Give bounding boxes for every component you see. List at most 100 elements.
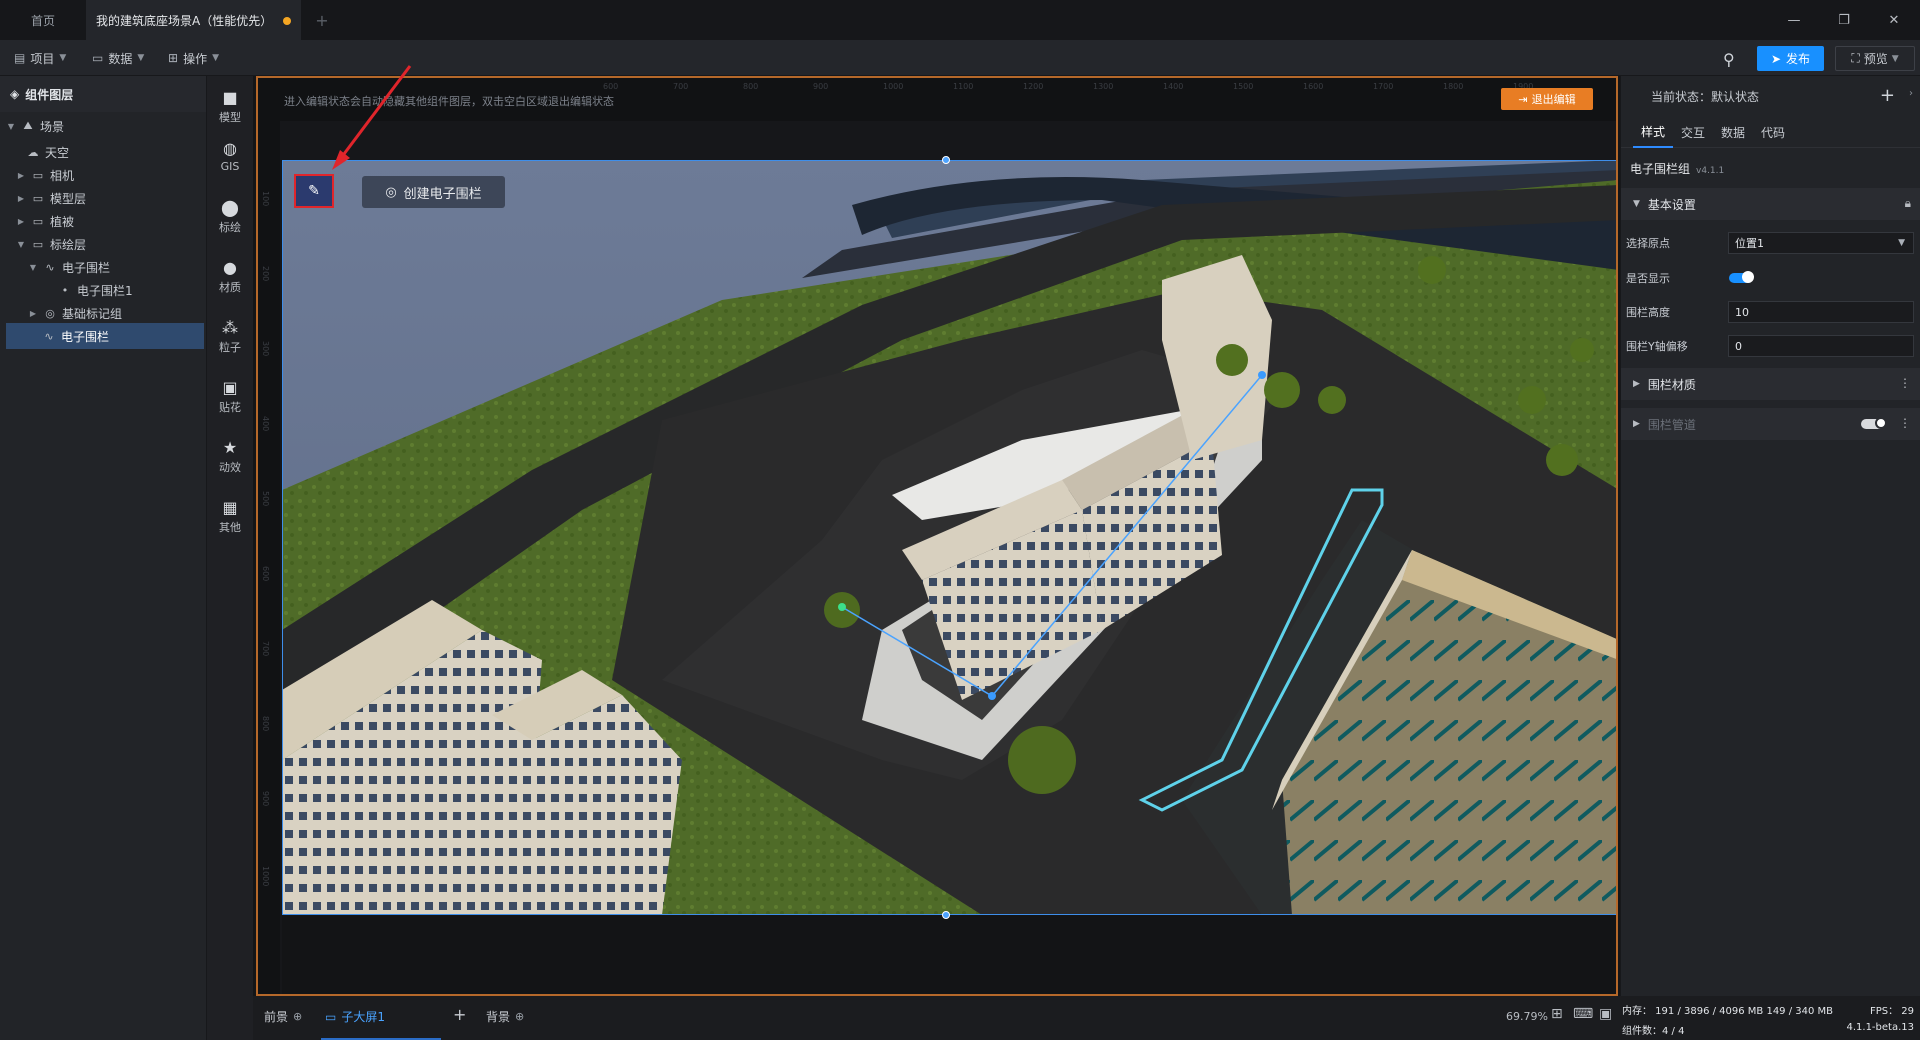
- menu-data[interactable]: ▭ 数据 ▼: [92, 47, 144, 69]
- caret-down-icon[interactable]: ▼: [28, 263, 38, 272]
- section-basic-settings[interactable]: ▼ 基本设置 🔒︎: [1621, 188, 1920, 220]
- sky-icon: ☁: [27, 145, 39, 159]
- tree-item-fence-selected[interactable]: ∿ 电子围栏: [6, 323, 204, 349]
- particle-icon: ⁂: [222, 317, 238, 337]
- library-decal-button[interactable]: ▣ 贴花: [207, 372, 253, 422]
- library-material-button[interactable]: ● 材质: [207, 252, 253, 302]
- add-circle-icon[interactable]: ⊕: [515, 1010, 524, 1023]
- ruler-tick: 1000: [261, 866, 270, 887]
- visible-toggle[interactable]: [1729, 271, 1754, 283]
- bullet-icon: •: [61, 283, 69, 297]
- library-effect-button[interactable]: ★ 动效: [207, 432, 253, 482]
- yoffset-label: 围栏Y轴偏移: [1626, 340, 1688, 353]
- minimize-icon[interactable]: —: [1782, 8, 1806, 32]
- tab-sub-screen[interactable]: ▭ 子大屏1: [325, 1008, 385, 1025]
- more-vertical-icon[interactable]: ⋮: [1899, 416, 1911, 430]
- canvas-area: 600 700 800 900 1000 1100 1200 1300 1400 1500 1600…: [253, 65, 1620, 996]
- caret-down-icon[interactable]: ▼: [6, 122, 16, 131]
- pipe-toggle[interactable]: [1861, 417, 1887, 429]
- create-fence-button[interactable]: ◎ 创建电子围栏: [362, 176, 505, 208]
- caret-down-icon[interactable]: ▼: [16, 240, 26, 249]
- tab-foreground[interactable]: 前景 ⊕: [264, 1008, 302, 1025]
- library-label: 标绘: [219, 220, 241, 234]
- fit-screen-icon[interactable]: ⊞: [1551, 1006, 1563, 1022]
- caret-right-icon[interactable]: ▶: [16, 217, 26, 226]
- properties-tabs: 样式 交互 数据 代码: [1621, 116, 1920, 148]
- tab-background[interactable]: 背景 ⊕: [486, 1008, 524, 1025]
- resize-handle-bottom[interactable]: [942, 911, 950, 919]
- section-fence-material[interactable]: ▶ 围栏材质 ⋮: [1621, 368, 1920, 400]
- chevron-down-icon: ▼: [212, 53, 219, 63]
- check-circle-icon: ◎: [385, 184, 397, 200]
- library-gis-button[interactable]: ◍ GIS: [207, 132, 253, 182]
- publish-button[interactable]: ➤ 发布: [1757, 46, 1824, 71]
- ruler-tick: 1800: [1443, 82, 1464, 91]
- exit-icon: ⇥: [1518, 92, 1528, 106]
- tree-item-label: 电子围栏: [61, 329, 110, 344]
- current-state[interactable]: 当前状态：默认状态 + ›: [1621, 76, 1920, 116]
- ruler-tick: 800: [743, 82, 759, 91]
- preview-button[interactable]: ⛶ 预览 ▼: [1835, 46, 1915, 71]
- app-version: 4.1.1-beta.13: [1846, 1022, 1914, 1033]
- tab-home[interactable]: 首页: [0, 0, 86, 40]
- layers-icon: ◈: [10, 87, 20, 101]
- resize-handle-top[interactable]: [942, 156, 950, 164]
- add-state-icon[interactable]: +: [1880, 85, 1895, 106]
- tab-scene[interactable]: 我的建筑底座场景A（性能优先）: [86, 0, 301, 40]
- tab-data[interactable]: 数据: [1713, 116, 1753, 148]
- yoffset-input[interactable]: [1728, 335, 1914, 357]
- tab-style[interactable]: 样式: [1633, 116, 1673, 148]
- add-circle-icon[interactable]: ⊕: [293, 1010, 302, 1023]
- zoom-level[interactable]: 69.79%: [1506, 1010, 1548, 1023]
- height-input[interactable]: [1728, 301, 1914, 323]
- ruler-tick: 500: [261, 491, 270, 507]
- apps-icon: ▦: [222, 497, 238, 517]
- status-bar: 内存： 191 / 3896 / 4096 MB 149 / 340 MB 组件…: [1620, 996, 1920, 1040]
- caret-right-icon: ▶: [1633, 379, 1640, 389]
- library-other-button[interactable]: ▦ 其他: [207, 492, 253, 542]
- origin-select[interactable]: 位置1 ▼: [1728, 232, 1914, 254]
- restore-icon[interactable]: ❐: [1832, 8, 1856, 32]
- tree-item-label: 标绘层: [50, 237, 87, 252]
- tree-item-scene[interactable]: ▼ ⛰ 场景: [6, 113, 204, 139]
- memory-status: 内存： 191 / 3896 / 4096 MB 149 / 340 MB: [1622, 1006, 1834, 1017]
- close-icon[interactable]: ✕: [1882, 8, 1906, 32]
- edit-frame: 600 700 800 900 1000 1100 1200 1300 1400 1500 1600…: [256, 76, 1618, 996]
- library-particle-button[interactable]: ⁂ 粒子: [207, 312, 253, 362]
- add-screen-button[interactable]: +: [453, 1005, 466, 1024]
- more-vertical-icon[interactable]: ⋮: [1899, 376, 1911, 390]
- new-tab-button[interactable]: +: [312, 0, 332, 40]
- section-fence-pipe[interactable]: ▶ 围栏管道 ⋮: [1621, 408, 1920, 440]
- search-icon[interactable]: ⚲: [1723, 50, 1735, 69]
- menu-project[interactable]: ▤ 项目 ▼: [14, 47, 66, 69]
- database-icon: ▭: [92, 51, 104, 65]
- library-label: GIS: [220, 160, 240, 173]
- ruler-tick: 1500: [1233, 82, 1254, 91]
- tree-item-label: 电子围栏: [62, 260, 111, 275]
- pin-icon: ⬤: [221, 197, 239, 217]
- height-label: 围栏高度: [1626, 306, 1670, 319]
- ruler-tick: 1200: [1023, 82, 1044, 91]
- scene-icon: ⛰: [23, 119, 33, 132]
- library-model-button[interactable]: ■ 模型: [207, 82, 253, 132]
- 3d-viewport[interactable]: [282, 160, 1616, 915]
- keyboard-icon[interactable]: ⌨: [1573, 1006, 1593, 1022]
- menu-operation[interactable]: ⊞ 操作 ▼: [168, 47, 219, 69]
- caret-right-icon[interactable]: ▶: [16, 171, 26, 180]
- caret-right-icon[interactable]: ▶: [16, 194, 26, 203]
- scene-render: [282, 160, 1616, 915]
- title-bar: 首页 我的建筑底座场景A（性能优先） + — ❐ ✕: [0, 0, 1920, 40]
- tab-code[interactable]: 代码: [1753, 116, 1793, 148]
- tab-interaction[interactable]: 交互: [1673, 116, 1713, 148]
- menu-data-label: 数据: [108, 51, 133, 66]
- caret-right-icon[interactable]: ▶: [28, 309, 38, 318]
- lock-icon[interactable]: 🔒︎: [1905, 196, 1911, 211]
- library-label: 材质: [219, 280, 241, 294]
- chevron-down-icon: ▼: [1898, 238, 1905, 248]
- terminal-icon[interactable]: ▣: [1599, 1006, 1612, 1022]
- canvas-blank-area[interactable]: [282, 915, 1616, 994]
- draw-fence-button[interactable]: ✎: [294, 174, 334, 208]
- exit-edit-button[interactable]: ⇥ 退出编辑: [1501, 88, 1593, 110]
- library-plot-button[interactable]: ⬤ 标绘: [207, 192, 253, 242]
- chevron-right-icon[interactable]: ›: [1909, 88, 1913, 99]
